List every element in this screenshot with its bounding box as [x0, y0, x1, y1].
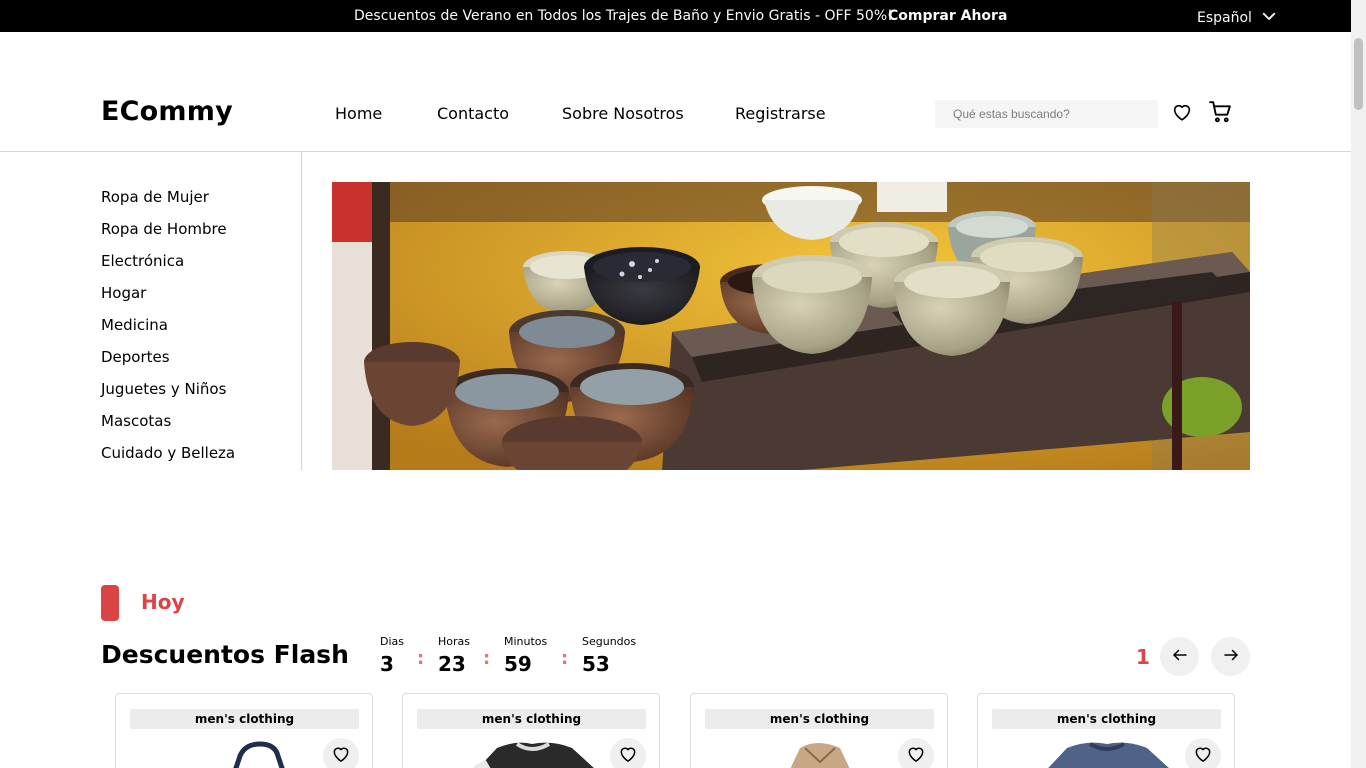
countdown-seconds-label: Segundos: [582, 635, 637, 648]
sidebar-item-men[interactable]: Ropa de Hombre: [101, 220, 227, 238]
nav-home[interactable]: Home: [335, 104, 382, 123]
arrow-left-icon: [1171, 646, 1189, 668]
countdown-hours-label: Horas: [438, 635, 470, 648]
heart-icon: [618, 744, 638, 768]
sidebar-item-sports[interactable]: Deportes: [101, 348, 170, 366]
shop-now-link[interactable]: Comprar Ahora: [888, 8, 1007, 24]
nav-about[interactable]: Sobre Nosotros: [562, 104, 684, 123]
language-selector[interactable]: Español: [1197, 7, 1278, 29]
product-category: men's clothing: [417, 709, 646, 729]
product-card[interactable]: men's clothing: [690, 693, 948, 768]
countdown-separator: :: [561, 648, 569, 669]
sidebar-item-beauty[interactable]: Cuidado y Belleza: [101, 444, 235, 462]
product-card[interactable]: men's clothing: [402, 693, 660, 768]
arrow-right-icon: [1222, 646, 1240, 668]
section-title: Descuentos Flash: [101, 640, 349, 669]
product-image: [1048, 742, 1169, 768]
chevron-down-icon: [1260, 7, 1278, 29]
heart-icon: [331, 744, 351, 768]
product-category: men's clothing: [130, 709, 359, 729]
language-label: Español: [1197, 10, 1252, 26]
countdown-minutes-value: 59: [504, 652, 532, 676]
nav-register[interactable]: Registrarse: [735, 104, 826, 123]
wishlist-button[interactable]: [323, 738, 359, 768]
hero-banner[interactable]: [332, 182, 1250, 470]
search-box: [935, 100, 1158, 128]
site-logo[interactable]: ECommy: [101, 96, 233, 127]
product-card[interactable]: men's clothing: [115, 693, 373, 768]
product-category: men's clothing: [705, 709, 934, 729]
sidebar-item-toys[interactable]: Juguetes y Niños: [101, 380, 226, 398]
sidebar-divider: [301, 152, 302, 470]
product-category: men's clothing: [992, 709, 1221, 729]
hero-image: [332, 182, 1250, 470]
sidebar-item-electronics[interactable]: Electrónica: [101, 252, 184, 270]
heart-icon[interactable]: [1171, 101, 1193, 123]
promo-text: Descuentos de Verano en Todos los Trajes…: [354, 8, 893, 24]
countdown-separator: :: [483, 648, 491, 669]
heart-icon: [906, 744, 926, 768]
scrollbar-thumb[interactable]: [1354, 38, 1363, 110]
countdown-days-label: Dias: [380, 635, 404, 648]
wishlist-button[interactable]: [1185, 738, 1221, 768]
header-divider: [0, 151, 1351, 152]
page-scrollbar[interactable]: [1351, 0, 1366, 768]
page-number: 1: [1136, 645, 1150, 669]
product-image: [790, 743, 850, 768]
cart-icon[interactable]: [1208, 99, 1233, 124]
next-button[interactable]: [1211, 637, 1250, 676]
nav-contact[interactable]: Contacto: [437, 104, 509, 123]
countdown-hours-value: 23: [438, 652, 466, 676]
sidebar-item-medicine[interactable]: Medicina: [101, 316, 168, 334]
prev-button[interactable]: [1160, 637, 1199, 676]
today-accent-bar: [101, 585, 119, 621]
top-banner: Descuentos de Verano en Todos los Trajes…: [0, 0, 1351, 32]
search-input[interactable]: [935, 100, 1158, 128]
heart-icon: [1193, 744, 1213, 768]
countdown-separator: :: [417, 648, 425, 669]
product-card[interactable]: men's clothing: [977, 693, 1235, 768]
countdown-seconds-value: 53: [582, 652, 610, 676]
countdown-days-value: 3: [380, 652, 394, 676]
product-image: [233, 741, 285, 768]
countdown-minutes-label: Minutos: [504, 635, 548, 648]
sidebar-item-pets[interactable]: Mascotas: [101, 412, 171, 430]
wishlist-button[interactable]: [898, 738, 934, 768]
product-image: [473, 742, 594, 768]
wishlist-button[interactable]: [610, 738, 646, 768]
sidebar-item-women[interactable]: Ropa de Mujer: [101, 188, 209, 206]
section-tag: Hoy: [141, 590, 185, 614]
sidebar-item-home[interactable]: Hogar: [101, 284, 146, 302]
